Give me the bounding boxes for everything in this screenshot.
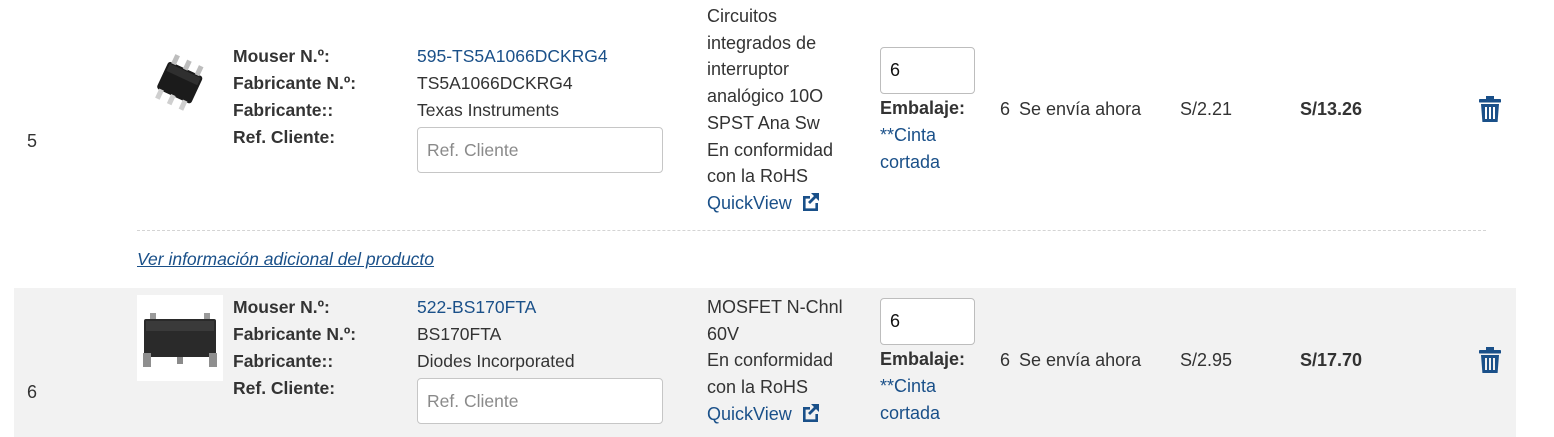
availability: 6 Se envía ahora xyxy=(1000,350,1141,371)
unit-price: S/2.95 xyxy=(1180,350,1233,370)
manufacturer-part-number: TS5A1066DCKRG4 xyxy=(417,73,573,93)
quickview-label: QuickView xyxy=(707,192,792,213)
description-line: integrados de xyxy=(707,32,817,53)
description-line: En conformidad xyxy=(707,139,834,160)
packaging-link[interactable]: **Cinta cortada xyxy=(880,122,965,175)
description: MOSFET N-Chnl 60V En conformidad con la … xyxy=(707,294,867,428)
manufacturer-no-label: Fabricante N.º: xyxy=(233,324,357,344)
unit-price: S/2.21 xyxy=(1180,99,1233,119)
availability: 6 Se envía ahora xyxy=(1000,99,1141,120)
mouser-part-link[interactable]: 595-TS5A1066DCKRG4 xyxy=(417,46,608,66)
quickview-label: QuickView xyxy=(707,403,792,424)
trash-icon xyxy=(1479,347,1501,373)
packaging-line: cortada xyxy=(880,402,941,423)
packaging-link[interactable]: **Cinta cortada xyxy=(880,373,965,426)
availability-text: Se envía ahora xyxy=(1019,99,1142,119)
availability-qty: 6 xyxy=(1000,350,1011,370)
packaging-label: Embalaje: xyxy=(880,98,966,118)
quantity-input[interactable] xyxy=(880,47,975,94)
description-line: interruptor xyxy=(707,59,790,80)
product-image-ts5a1066 xyxy=(155,54,204,111)
mouser-no-label: Mouser N.º: xyxy=(233,46,330,66)
mouser-no-label: Mouser N.º: xyxy=(233,297,330,317)
manufacturer-part-number: BS170FTA xyxy=(417,324,502,344)
extended-price: S/13.26 xyxy=(1300,99,1363,119)
description-line: con la RoHS xyxy=(707,166,809,187)
mouser-part-link[interactable]: 522-BS170FTA xyxy=(417,297,536,317)
quickview-link[interactable]: QuickView xyxy=(707,192,821,213)
description: Circuitos integrados de interruptor anal… xyxy=(707,3,867,217)
line-number: 5 xyxy=(27,131,38,151)
row-divider xyxy=(137,230,1486,231)
availability-qty: 6 xyxy=(1000,99,1011,119)
description-line: En conformidad xyxy=(707,350,834,371)
external-link-icon xyxy=(802,403,819,422)
customer-ref-input[interactable] xyxy=(417,378,663,424)
description-line: analógico 10O xyxy=(707,86,824,107)
product-image-bs170fta xyxy=(143,313,217,367)
customer-ref-label: Ref. Cliente: xyxy=(233,127,336,147)
description-line: con la RoHS xyxy=(707,377,809,398)
availability-text: Se envía ahora xyxy=(1019,350,1142,370)
description-line: SPST Ana Sw xyxy=(707,112,820,133)
quickview-link[interactable]: QuickView xyxy=(707,403,821,424)
more-product-info-link[interactable]: Ver información adicional del producto xyxy=(137,249,434,270)
description-line: MOSFET N-Chnl xyxy=(707,297,843,317)
product-image[interactable] xyxy=(138,44,218,124)
description-line: Circuitos xyxy=(707,6,778,26)
packaging-line: **Cinta xyxy=(880,125,937,145)
packaging-line: cortada xyxy=(880,151,941,172)
packaging-label: Embalaje: xyxy=(880,349,966,369)
manufacturer-label: Fabricante:: xyxy=(233,100,334,120)
manufacturer-name: Texas Instruments xyxy=(417,100,559,120)
quantity-input[interactable] xyxy=(880,298,975,345)
customer-ref-input[interactable] xyxy=(417,127,663,173)
line-number: 6 xyxy=(27,382,38,402)
packaging-line: **Cinta xyxy=(880,376,937,396)
extended-price: S/17.70 xyxy=(1300,350,1363,370)
product-image[interactable] xyxy=(137,295,223,381)
manufacturer-name: Diodes Incorporated xyxy=(417,351,575,371)
external-link-icon xyxy=(802,192,819,211)
manufacturer-label: Fabricante:: xyxy=(233,351,334,371)
manufacturer-no-label: Fabricante N.º: xyxy=(233,73,357,93)
customer-ref-label: Ref. Cliente: xyxy=(233,378,336,398)
delete-button[interactable] xyxy=(1479,96,1501,127)
delete-button[interactable] xyxy=(1479,347,1501,378)
trash-icon xyxy=(1479,96,1501,122)
description-line: 60V xyxy=(707,323,740,344)
